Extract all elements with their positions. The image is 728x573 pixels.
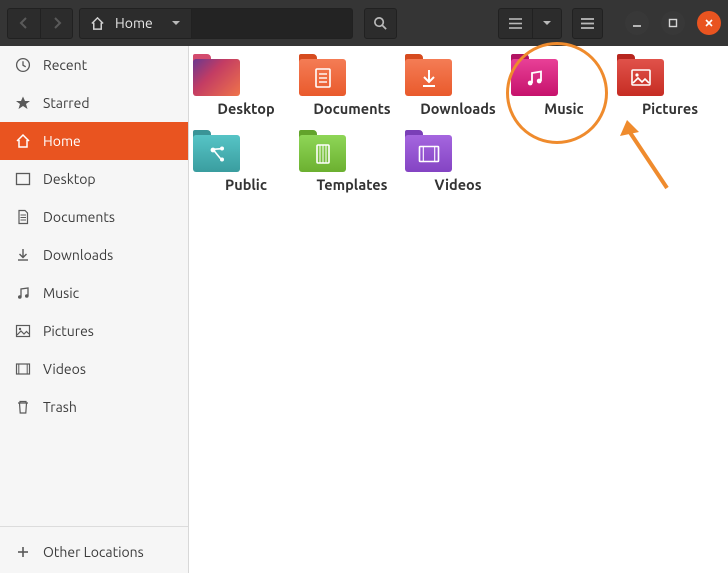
folder-icon <box>193 54 240 96</box>
hamburger-icon <box>580 17 595 30</box>
back-button[interactable] <box>7 8 40 39</box>
folder-icon <box>617 54 664 96</box>
sidebar-item-desktop[interactable]: Desktop <box>0 160 188 198</box>
search-button[interactable] <box>364 8 397 39</box>
minimize-icon <box>632 18 642 28</box>
folder-icon <box>511 54 558 96</box>
path-home-segment[interactable]: Home <box>79 8 191 39</box>
path-label: Home <box>115 15 153 31</box>
picture-icon <box>15 323 31 339</box>
trash-icon <box>15 399 31 415</box>
folder-label: Downloads <box>405 100 511 117</box>
plus-icon <box>15 544 31 560</box>
sidebar-item-label: Desktop <box>43 171 96 187</box>
search-icon <box>373 16 388 31</box>
sidebar-item-label: Music <box>43 285 79 301</box>
folder-label: Templates <box>299 176 405 193</box>
sidebar-item-label: Pictures <box>43 323 94 339</box>
view-switcher <box>498 8 562 39</box>
folder-documents[interactable]: Documents <box>299 54 405 128</box>
document-icon <box>15 209 31 225</box>
window-maximize-button[interactable] <box>661 11 685 35</box>
sidebar-item-home[interactable]: Home <box>0 122 188 160</box>
folder-icon <box>405 54 452 96</box>
folder-grid: Desktop Documents Downloads <box>189 46 728 204</box>
close-icon <box>704 18 714 28</box>
sidebar-item-trash[interactable]: Trash <box>0 388 188 426</box>
desktop-icon <box>15 171 31 187</box>
folder-public[interactable]: Public <box>193 130 299 204</box>
nav-group <box>7 8 73 39</box>
folder-pictures[interactable]: Pictures <box>617 54 723 128</box>
path-entry[interactable] <box>191 8 353 39</box>
video-icon <box>15 361 31 377</box>
sidebar-item-label: Downloads <box>43 247 113 263</box>
folder-label: Videos <box>405 176 511 193</box>
sidebar-item-label: Starred <box>43 95 90 111</box>
folder-desktop[interactable]: Desktop <box>193 54 299 128</box>
sidebar-item-label: Home <box>43 133 81 149</box>
forward-button[interactable] <box>40 8 73 39</box>
clock-icon <box>15 57 31 73</box>
sidebar: Recent Starred Home Desktop Documents Do… <box>0 46 189 573</box>
folder-label: Pictures <box>617 100 723 117</box>
sidebar-divider <box>0 526 188 527</box>
hamburger-menu-button[interactable] <box>572 8 603 39</box>
sidebar-item-label: Recent <box>43 57 87 73</box>
folder-label: Documents <box>299 100 405 117</box>
path-dropdown-icon <box>171 18 181 28</box>
sidebar-item-label: Other Locations <box>43 544 144 560</box>
content-area: Desktop Documents Downloads <box>189 46 728 573</box>
folder-label: Music <box>511 100 617 117</box>
folder-icon <box>299 130 346 172</box>
folder-label: Public <box>193 176 299 193</box>
window-minimize-button[interactable] <box>625 11 649 35</box>
list-view-button[interactable] <box>498 8 532 39</box>
folder-label: Desktop <box>193 100 299 117</box>
view-dropdown-button[interactable] <box>532 8 562 39</box>
sidebar-item-documents[interactable]: Documents <box>0 198 188 236</box>
sidebar-item-downloads[interactable]: Downloads <box>0 236 188 274</box>
chevron-down-icon <box>542 18 552 28</box>
folder-icon <box>193 130 240 172</box>
sidebar-item-starred[interactable]: Starred <box>0 84 188 122</box>
folder-icon <box>405 130 452 172</box>
download-icon <box>15 247 31 263</box>
chevron-left-icon <box>19 16 29 30</box>
maximize-icon <box>668 18 678 28</box>
sidebar-item-label: Documents <box>43 209 115 225</box>
folder-music[interactable]: Music <box>511 54 617 128</box>
music-icon <box>15 285 31 301</box>
chevron-right-icon <box>52 16 62 30</box>
sidebar-item-label: Trash <box>43 399 77 415</box>
sidebar-item-recent[interactable]: Recent <box>0 46 188 84</box>
headerbar: Home <box>0 0 728 46</box>
list-icon <box>508 17 523 30</box>
home-icon <box>90 16 105 31</box>
path-bar: Home <box>79 8 353 39</box>
sidebar-item-pictures[interactable]: Pictures <box>0 312 188 350</box>
folder-videos[interactable]: Videos <box>405 130 511 204</box>
window-close-button[interactable] <box>697 11 721 35</box>
sidebar-item-label: Videos <box>43 361 86 377</box>
sidebar-other-locations[interactable]: Other Locations <box>0 531 188 573</box>
folder-templates[interactable]: Templates <box>299 130 405 204</box>
sidebar-item-music[interactable]: Music <box>0 274 188 312</box>
home-icon <box>15 133 31 149</box>
folder-downloads[interactable]: Downloads <box>405 54 511 128</box>
sidebar-item-videos[interactable]: Videos <box>0 350 188 388</box>
star-icon <box>15 95 31 111</box>
folder-icon <box>299 54 346 96</box>
